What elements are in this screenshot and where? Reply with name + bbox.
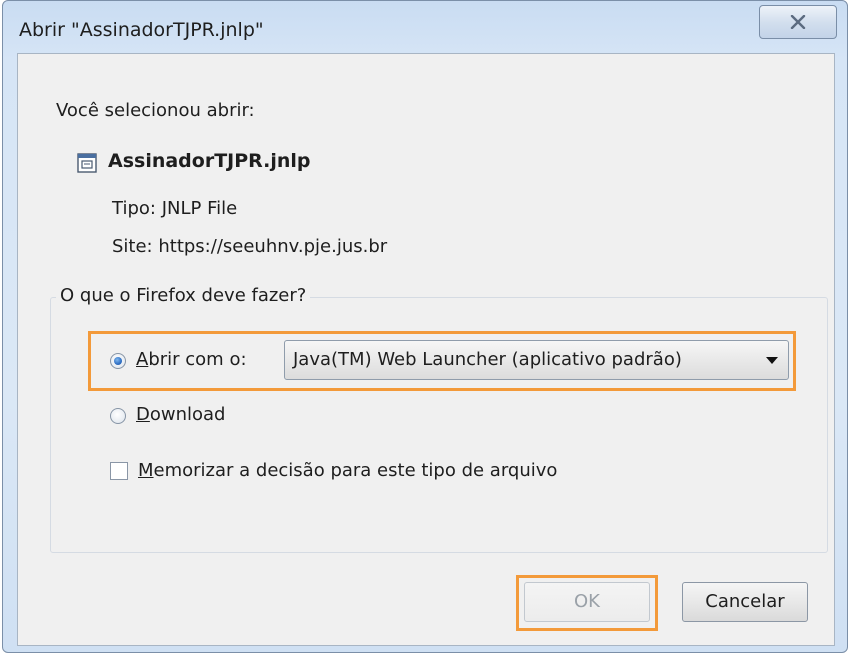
dialog-body: Você selecionou abrir: AssinadorTJPR.jnl… — [17, 53, 835, 646]
file-type-label: Tipo: — [112, 198, 156, 219]
file-site-label: Site: — [112, 236, 153, 257]
file-site: Site: https://seeuhnv.pje.jus.br — [112, 236, 387, 257]
remember-decision-label[interactable]: Memorizar a decisão para este tipo de ar… — [138, 460, 557, 481]
file-type-value: JNLP File — [161, 198, 238, 219]
title-bar[interactable]: Abrir "AssinadorTJPR.jnlp" — [3, 1, 847, 53]
intro-text: Você selecionou abrir: — [56, 100, 255, 121]
window-title: Abrir "AssinadorTJPR.jnlp" — [19, 19, 264, 41]
download-radio[interactable] — [110, 408, 126, 424]
cancel-button[interactable]: Cancelar — [682, 582, 808, 622]
download-label[interactable]: Download — [136, 404, 226, 425]
dialog-window: Abrir "AssinadorTJPR.jnlp" Você selecion… — [2, 0, 848, 653]
file-site-value: https://seeuhnv.pje.jus.br — [158, 236, 388, 257]
open-with-app-value: Java(TM) Web Launcher (aplicativo padrão… — [293, 349, 682, 370]
action-group-legend: O que o Firefox deve fazer? — [56, 285, 311, 306]
ok-button[interactable]: OK — [524, 582, 650, 622]
open-with-radio[interactable] — [110, 353, 126, 369]
remember-decision-checkbox[interactable] — [110, 462, 128, 480]
close-button[interactable] — [759, 5, 837, 39]
close-icon — [790, 15, 806, 29]
open-with-label[interactable]: Abrir com o: — [136, 349, 247, 370]
jnlp-file-icon — [77, 153, 97, 173]
chevron-down-icon — [766, 357, 778, 364]
open-with-app-select[interactable]: Java(TM) Web Launcher (aplicativo padrão… — [284, 340, 789, 380]
file-type: Tipo: JNLP File — [112, 198, 237, 219]
file-name: AssinadorTJPR.jnlp — [108, 150, 311, 172]
